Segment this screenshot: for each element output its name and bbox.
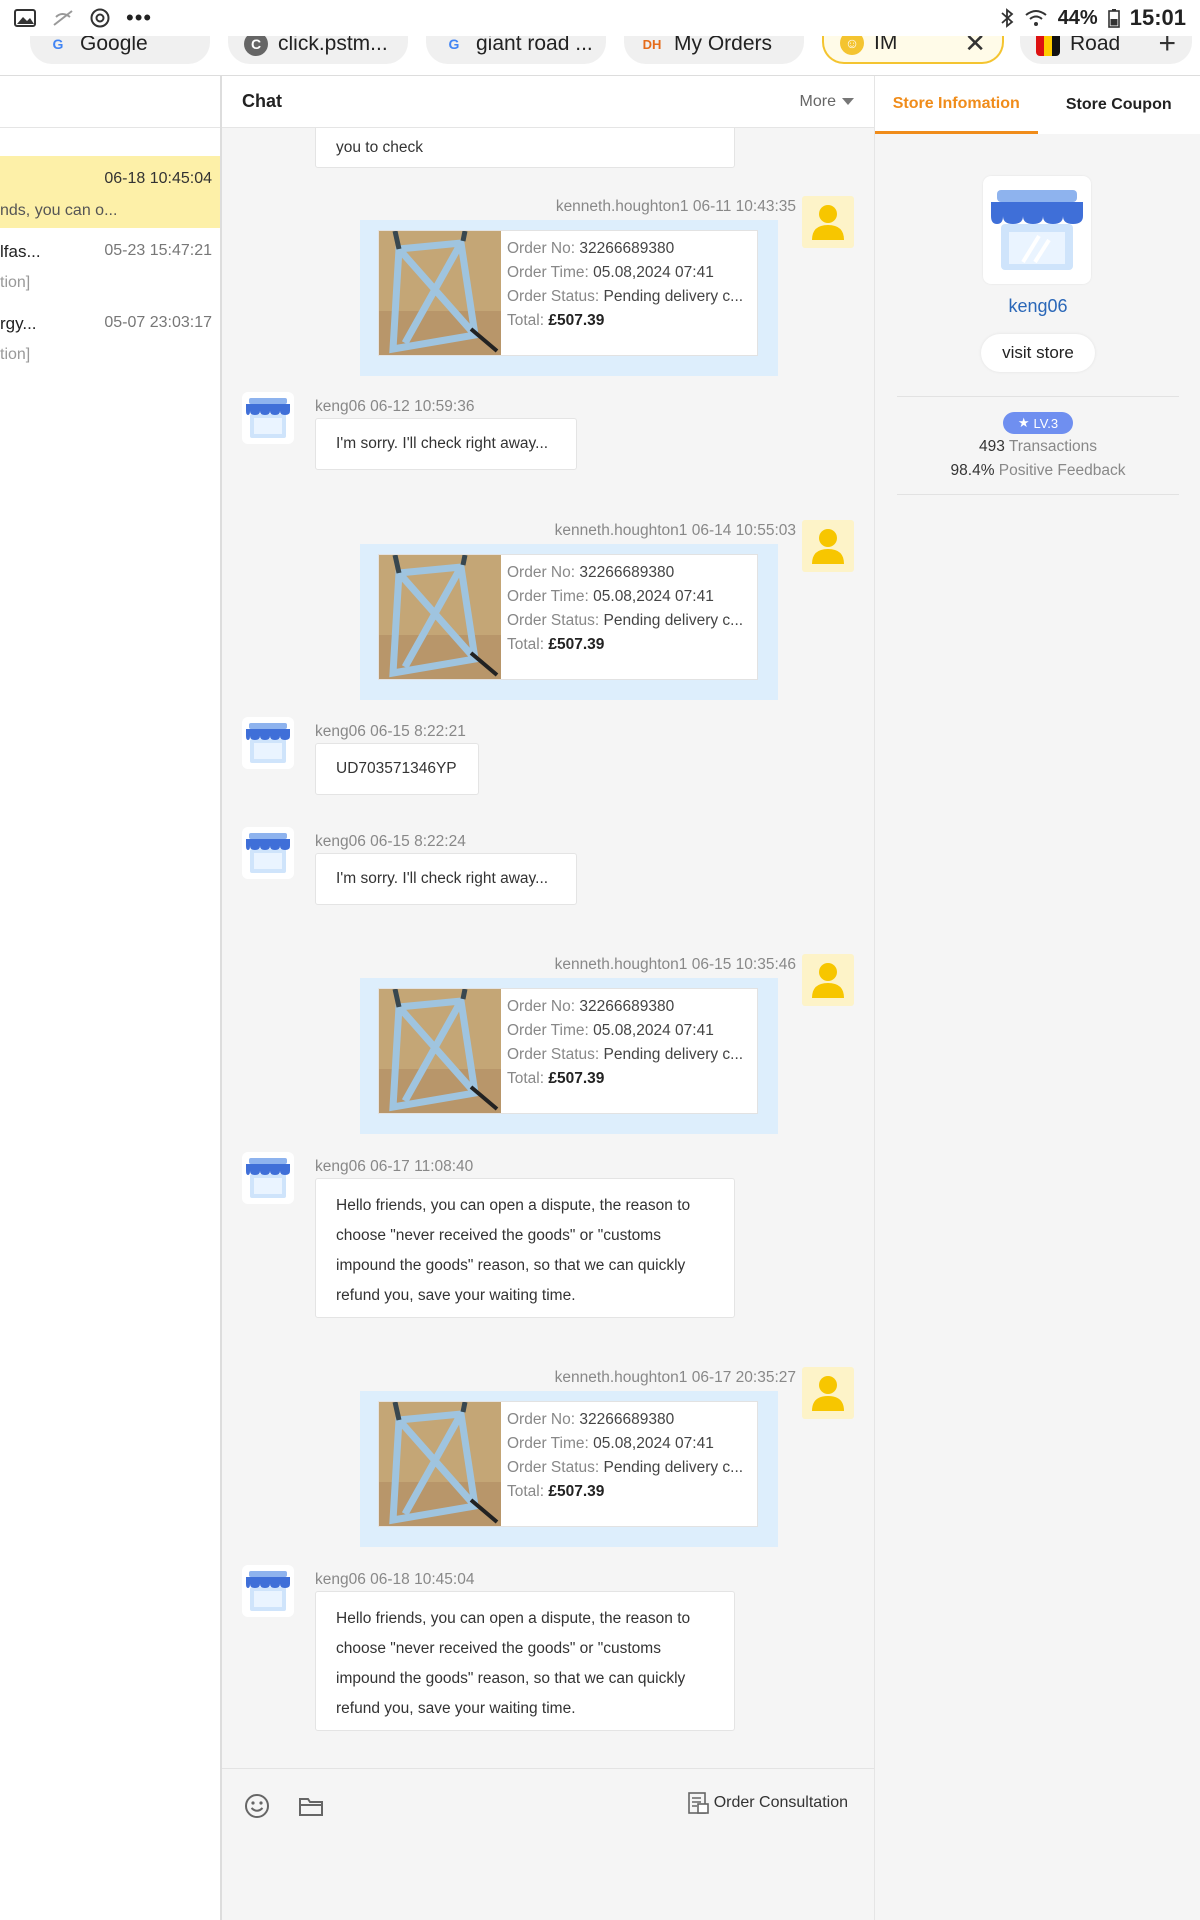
battery-icon	[1107, 9, 1120, 28]
order-total-line: Total: £507.39	[507, 312, 605, 329]
store-level-badge: ★ LV.3	[1003, 412, 1073, 434]
wifi-icon	[1025, 10, 1047, 26]
order-card[interactable]: Order No: 32266689380 Order Time: 05.08,…	[378, 230, 758, 356]
conversation-list: 06-18 10:45:04 nds, you can o... lfas...…	[0, 76, 222, 1920]
message-meta: keng06 06-17 11:08:40	[315, 1158, 474, 1175]
order-time-line: Order Time: 05.08,2024 07:41	[507, 588, 714, 605]
chat-title: Chat	[242, 91, 282, 111]
divider	[897, 396, 1179, 397]
store-logo[interactable]	[983, 176, 1091, 284]
order-status-line: Order Status: Pending delivery c...	[507, 1046, 744, 1063]
message-bubble: Hello friends, you can open a dispute, t…	[315, 1178, 735, 1318]
order-document-icon	[687, 1792, 709, 1814]
store-avatar[interactable]	[242, 827, 294, 879]
clock: 15:01	[1129, 5, 1186, 30]
bluetooth-icon	[1001, 8, 1014, 28]
visit-store-button[interactable]: visit store	[981, 334, 1095, 372]
order-total-line: Total: £507.39	[507, 1483, 605, 1500]
conversation-item[interactable]: lfas... 05-23 15:47:21 tion]	[0, 228, 220, 300]
store-avatar[interactable]	[242, 1565, 294, 1617]
message-meta: kenneth.houghton1 06-15 10:35:46	[554, 956, 796, 973]
caret-down-icon	[842, 98, 854, 105]
order-card[interactable]: Order No: 32266689380 Order Time: 05.08,…	[378, 1401, 758, 1527]
message-meta: keng06 06-18 10:45:04	[315, 1571, 475, 1588]
order-card-message[interactable]: Order No: 32266689380 Order Time: 05.08,…	[360, 1391, 778, 1547]
product-image	[379, 989, 501, 1113]
message-bubble: I'm sorry. I'll check right away...	[315, 418, 577, 470]
message-bubble: Hello friends, you can open a dispute, t…	[315, 1591, 735, 1731]
message-composer: Order Consultation	[222, 1768, 874, 1920]
order-time-line: Order Time: 05.08,2024 07:41	[507, 1022, 714, 1039]
cast-icon	[53, 10, 73, 26]
store-avatar[interactable]	[242, 392, 294, 444]
overflow-dots-icon: •••	[126, 5, 153, 30]
product-image	[379, 1402, 501, 1526]
chat-header: Chat More	[222, 76, 874, 128]
order-card[interactable]: Order No: 32266689380 Order Time: 05.08,…	[378, 988, 758, 1114]
shield-star-icon: ★	[1017, 415, 1030, 430]
order-card-message[interactable]: Order No: 32266689380 Order Time: 05.08,…	[360, 220, 778, 376]
user-avatar[interactable]	[802, 954, 854, 1006]
order-number-line: Order No: 32266689380	[507, 240, 675, 257]
order-card-message[interactable]: Order No: 32266689380 Order Time: 05.08,…	[360, 544, 778, 700]
product-image	[379, 555, 501, 679]
storefront-icon	[991, 190, 1083, 270]
order-consultation-button[interactable]: Order Consultation	[686, 1791, 848, 1815]
order-time-line: Order Time: 05.08,2024 07:41	[507, 1435, 714, 1452]
emoji-icon[interactable]	[244, 1793, 270, 1819]
tab-store-information[interactable]: Store Infomation	[875, 76, 1038, 134]
message-meta: keng06 06-15 8:22:24	[315, 833, 466, 850]
message-list[interactable]: you to check keng06 06-12 10:59:36 I'm so…	[222, 128, 874, 1768]
order-number-line: Order No: 32266689380	[507, 1411, 675, 1428]
tab-store-coupon[interactable]: Store Coupon	[1038, 76, 1200, 134]
order-card[interactable]: Order No: 32266689380 Order Time: 05.08,…	[378, 554, 758, 680]
order-total-line: Total: £507.39	[507, 636, 605, 653]
store-avatar[interactable]	[242, 1152, 294, 1204]
order-card-message[interactable]: Order No: 32266689380 Order Time: 05.08,…	[360, 978, 778, 1134]
message-bubble: I'm sorry. I'll check right away...	[315, 853, 577, 905]
gallery-icon	[14, 9, 36, 27]
order-status-line: Order Status: Pending delivery c...	[507, 288, 744, 305]
more-menu-button[interactable]: More	[800, 93, 854, 111]
order-number-line: Order No: 32266689380	[507, 564, 675, 581]
message-bubble: UD703571346YP	[315, 743, 479, 795]
message-meta: keng06 06-15 8:22:21	[315, 723, 466, 740]
order-time-line: Order Time: 05.08,2024 07:41	[507, 264, 714, 281]
order-status-line: Order Status: Pending delivery c...	[507, 1459, 744, 1476]
message-meta: kenneth.houghton1 06-17 20:35:27	[554, 1369, 796, 1386]
folder-icon[interactable]	[298, 1793, 324, 1819]
store-name-link[interactable]: keng06	[875, 296, 1200, 317]
chrome-icon	[90, 8, 110, 28]
conversation-item[interactable]: rgy... 05-07 23:03:17 tion]	[0, 300, 220, 372]
message-meta: keng06 06-12 10:59:36	[315, 398, 475, 415]
user-avatar[interactable]	[802, 196, 854, 248]
order-total-line: Total: £507.39	[507, 1070, 605, 1087]
status-bar: ••• 44% 15:01	[0, 0, 1200, 36]
store-avatar[interactable]	[242, 717, 294, 769]
user-avatar[interactable]	[802, 1367, 854, 1419]
order-number-line: Order No: 32266689380	[507, 998, 675, 1015]
conversation-item[interactable]: 06-18 10:45:04 nds, you can o...	[0, 156, 220, 228]
order-status-line: Order Status: Pending delivery c...	[507, 612, 744, 629]
store-panel: Store Infomation Store Coupon keng06 vis…	[874, 76, 1200, 1920]
feedback-stat: 98.4% Positive Feedback	[950, 462, 1126, 479]
product-image	[379, 231, 501, 355]
divider	[897, 494, 1179, 495]
message-meta: kenneth.houghton1 06-14 10:55:03	[554, 522, 796, 539]
user-avatar[interactable]	[802, 520, 854, 572]
message-bubble: you to check	[315, 128, 735, 168]
message-meta: kenneth.houghton1 06-11 10:43:35	[555, 198, 796, 215]
chat-panel: Chat More you to check keng06 06-12 10:5…	[222, 76, 874, 1920]
battery-percent: 44%	[1057, 6, 1098, 29]
transactions-stat: 493 Transactions	[978, 438, 1098, 455]
conversation-list-header	[0, 76, 220, 128]
